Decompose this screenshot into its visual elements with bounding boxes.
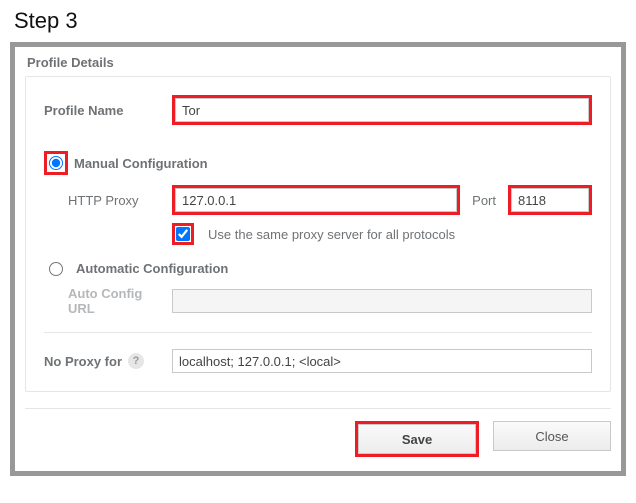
no-proxy-input[interactable] (172, 349, 592, 373)
auto-config-radio[interactable] (49, 262, 63, 276)
close-button[interactable]: Close (493, 421, 611, 451)
auto-url-label: Auto Config URL (68, 286, 162, 316)
auto-url-input (172, 289, 592, 313)
same-proxy-checkbox-highlight (172, 223, 194, 245)
same-proxy-label: Use the same proxy server for all protoc… (208, 227, 455, 242)
profile-name-row: Profile Name (44, 95, 592, 125)
port-input[interactable] (511, 188, 589, 212)
profile-name-label: Profile Name (44, 103, 123, 118)
http-proxy-row: HTTP Proxy Port (44, 185, 592, 215)
same-proxy-row: Use the same proxy server for all protoc… (44, 223, 592, 245)
step-heading: Step 3 (0, 0, 636, 38)
manual-config-radio-highlight (44, 151, 68, 175)
profile-name-input[interactable] (175, 98, 589, 122)
profile-dialog: Profile Details Profile Name Manual Conf… (10, 42, 626, 476)
save-button[interactable]: Save (358, 424, 476, 454)
auto-config-label: Automatic Configuration (76, 261, 228, 276)
no-proxy-label: No Proxy for (44, 354, 122, 369)
same-proxy-checkbox[interactable] (176, 227, 190, 241)
port-label: Port (470, 193, 498, 208)
http-proxy-input[interactable] (175, 188, 457, 212)
no-proxy-row: No Proxy for ? (44, 349, 592, 373)
auto-config-row: Automatic Configuration (44, 261, 592, 276)
divider (44, 332, 592, 333)
manual-config-label: Manual Configuration (74, 156, 208, 171)
manual-config-row: Manual Configuration (44, 151, 592, 175)
save-button-highlight: Save (355, 421, 479, 457)
http-proxy-label: HTTP Proxy (68, 193, 139, 208)
help-icon[interactable]: ? (128, 353, 144, 369)
group-title: Profile Details (25, 55, 611, 76)
auto-url-row: Auto Config URL (44, 286, 592, 316)
profile-panel: Profile Name Manual Configuration HTTP P… (25, 76, 611, 392)
manual-config-radio[interactable] (49, 156, 63, 170)
dialog-footer: Save Close (25, 408, 611, 457)
